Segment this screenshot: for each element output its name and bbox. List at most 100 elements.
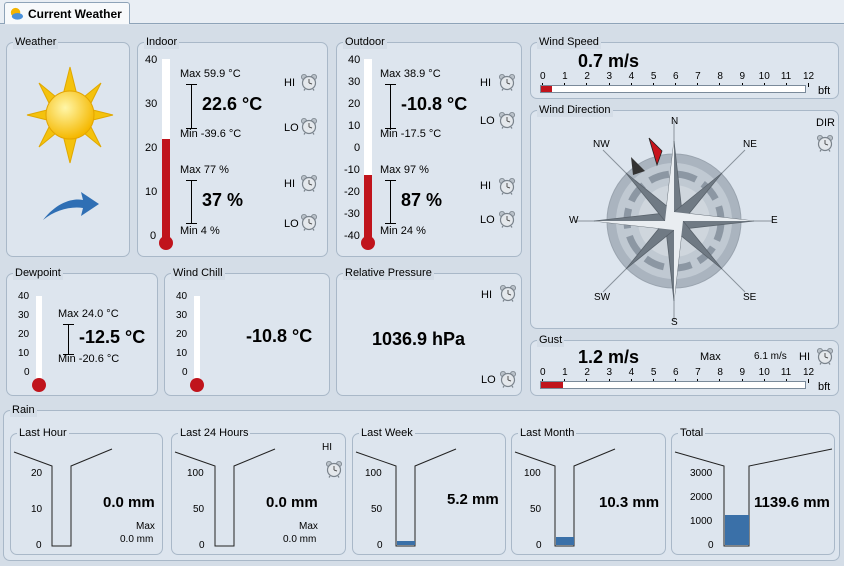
alarm-clock-icon[interactable] [498, 210, 516, 228]
outdoor-hum-range [390, 180, 391, 223]
scale-tick-mark [808, 379, 809, 383]
indoor-hum-range-top [186, 180, 197, 181]
rain-last-hour-value: 0.0 mm [103, 494, 155, 511]
indoor-hum-range [191, 180, 192, 223]
compass-label-se: SE [743, 292, 757, 303]
compass-label-n: N [671, 116, 679, 127]
indoor-bulb [159, 236, 173, 250]
dewpoint-range-top [63, 324, 74, 325]
scale-tick-label: 10 [758, 367, 770, 378]
scale-tick-label: 4 [628, 367, 635, 378]
pressure-lo-label: LO [481, 374, 496, 386]
scale-tick-label: 3 [606, 367, 613, 378]
scale-tick-label: 11 [780, 71, 792, 82]
windchill-value: -10.8 °C [246, 326, 313, 346]
outdoor-tick: 40 [348, 54, 361, 66]
scale-tick-label: 8 [717, 71, 723, 82]
dewpoint-tick: 20 [18, 329, 30, 340]
sun-icon [26, 66, 114, 164]
gust-max-label: Max [700, 351, 721, 363]
outdoor-tick: -10 [344, 164, 360, 176]
weather-title: Weather [13, 36, 59, 49]
alarm-clock-icon[interactable] [300, 117, 318, 135]
scale-tick-label: 11 [780, 367, 792, 378]
outdoor-tick: -30 [344, 208, 360, 220]
outdoor-tick: -40 [344, 230, 360, 242]
indoor-temp-range-top [186, 84, 197, 85]
indoor-temp-value: 22.6 °C [202, 94, 263, 114]
alarm-clock-icon[interactable] [499, 370, 517, 388]
indoor-tick-30: 30 [145, 98, 158, 110]
alarm-clock-icon[interactable] [300, 73, 318, 91]
alarm-clock-icon[interactable] [300, 213, 318, 231]
indoor-thermometer [162, 59, 170, 242]
windchill-panel: Wind Chill 40 30 20 10 0 -10.8 °C [164, 267, 330, 396]
dewpoint-value: -12.5 °C [79, 327, 146, 347]
pressure-hi-label: HI [481, 289, 492, 301]
rain-last-24-max-label: Max [299, 521, 318, 532]
outdoor-hum-range-top [385, 180, 396, 181]
outdoor-temp-lo-label: LO [480, 115, 495, 127]
outdoor-panel: Outdoor 40 30 20 10 0 -10 -20 -30 -40 Ma… [336, 36, 522, 257]
dewpoint-tick: 30 [18, 310, 30, 321]
compass-label-nw: NW [593, 139, 610, 150]
scale-tick-label: 2 [584, 367, 590, 378]
wind-direction-panel: Wind Direction DIR N NE E SE S SW W NW [530, 104, 839, 329]
gust-fill [541, 382, 563, 388]
windchill-tick: 40 [176, 291, 188, 302]
indoor-mercury [162, 138, 170, 242]
dewpoint-max: Max 24.0 °C [58, 308, 119, 320]
dewpoint-title: Dewpoint [13, 267, 63, 280]
scale-tick-label: 7 [695, 71, 701, 82]
windchill-tick: 0 [182, 367, 188, 378]
alarm-clock-icon[interactable] [498, 177, 516, 195]
alarm-clock-icon[interactable] [816, 134, 834, 152]
scale-tick-label: 12 [803, 367, 815, 378]
scale-tick-mark [808, 83, 809, 87]
scale-tick-label: 1 [562, 367, 568, 378]
tab-current-weather[interactable]: Current Weather [4, 2, 130, 24]
alarm-clock-icon[interactable] [300, 174, 318, 192]
scale-tick-label: 0 [540, 71, 546, 82]
indoor-temp-range [191, 84, 192, 128]
rain-last-24-panel: Last 24 Hours HI 100 50 0 0.0 mm Max 0.0… [171, 427, 346, 555]
scale-tick-label: 6 [673, 71, 679, 82]
outdoor-temp-hi-label: HI [480, 77, 491, 89]
wind-speed-fill [541, 86, 552, 92]
outdoor-hum-lo-label: LO [480, 214, 495, 226]
outdoor-tick: 10 [348, 120, 361, 132]
compass-label-s: S [671, 317, 678, 328]
rain-total-fill [725, 515, 749, 545]
alarm-clock-icon[interactable] [816, 347, 834, 365]
outdoor-thermometer [364, 59, 372, 242]
dewpoint-range [68, 324, 69, 354]
indoor-tick-10: 10 [145, 186, 158, 198]
alarm-clock-icon[interactable] [499, 284, 517, 302]
rain-gauge [174, 448, 276, 547]
wind-speed-panel: Wind Speed 0.7 m/s 0 1 2 3 4 5 6 7 8 9 10 11 12 bft [530, 36, 839, 99]
rain-last-month-fill [556, 537, 574, 545]
alarm-clock-icon[interactable] [498, 111, 516, 129]
indoor-hum-lo-label: LO [284, 218, 299, 230]
outdoor-temp-max: Max 38.9 °C [380, 68, 441, 80]
indoor-hum-value: 37 % [202, 190, 244, 210]
indoor-hum-max: Max 77 % [180, 164, 229, 176]
dewpoint-tick: 40 [18, 291, 30, 302]
pressure-title: Relative Pressure [343, 267, 434, 280]
alarm-clock-icon[interactable] [498, 73, 516, 91]
windchill-tick: 20 [176, 329, 188, 340]
windchill-thermometer [194, 296, 200, 379]
indoor-temp-lo-label: LO [284, 122, 299, 134]
dewpoint-tick: 0 [24, 367, 30, 378]
outdoor-temp-range [390, 84, 391, 128]
compass-label-sw: SW [594, 292, 611, 303]
rain-total-value: 1139.6 mm [754, 494, 830, 511]
scale-tick-label: 6 [673, 367, 679, 378]
rain-last-hour-panel: Last Hour 20 10 0 0.0 mm Max 0.0 mm [10, 427, 163, 555]
windchill-tick: 30 [176, 310, 188, 321]
compass-label-ne: NE [743, 139, 757, 150]
rain-total-panel: Total 3000 2000 1000 0 1139.6 mm [671, 427, 835, 555]
scale-tick-label: 5 [650, 367, 657, 378]
gust-hi-label: HI [799, 351, 810, 363]
outdoor-temp-range-top [385, 84, 396, 85]
